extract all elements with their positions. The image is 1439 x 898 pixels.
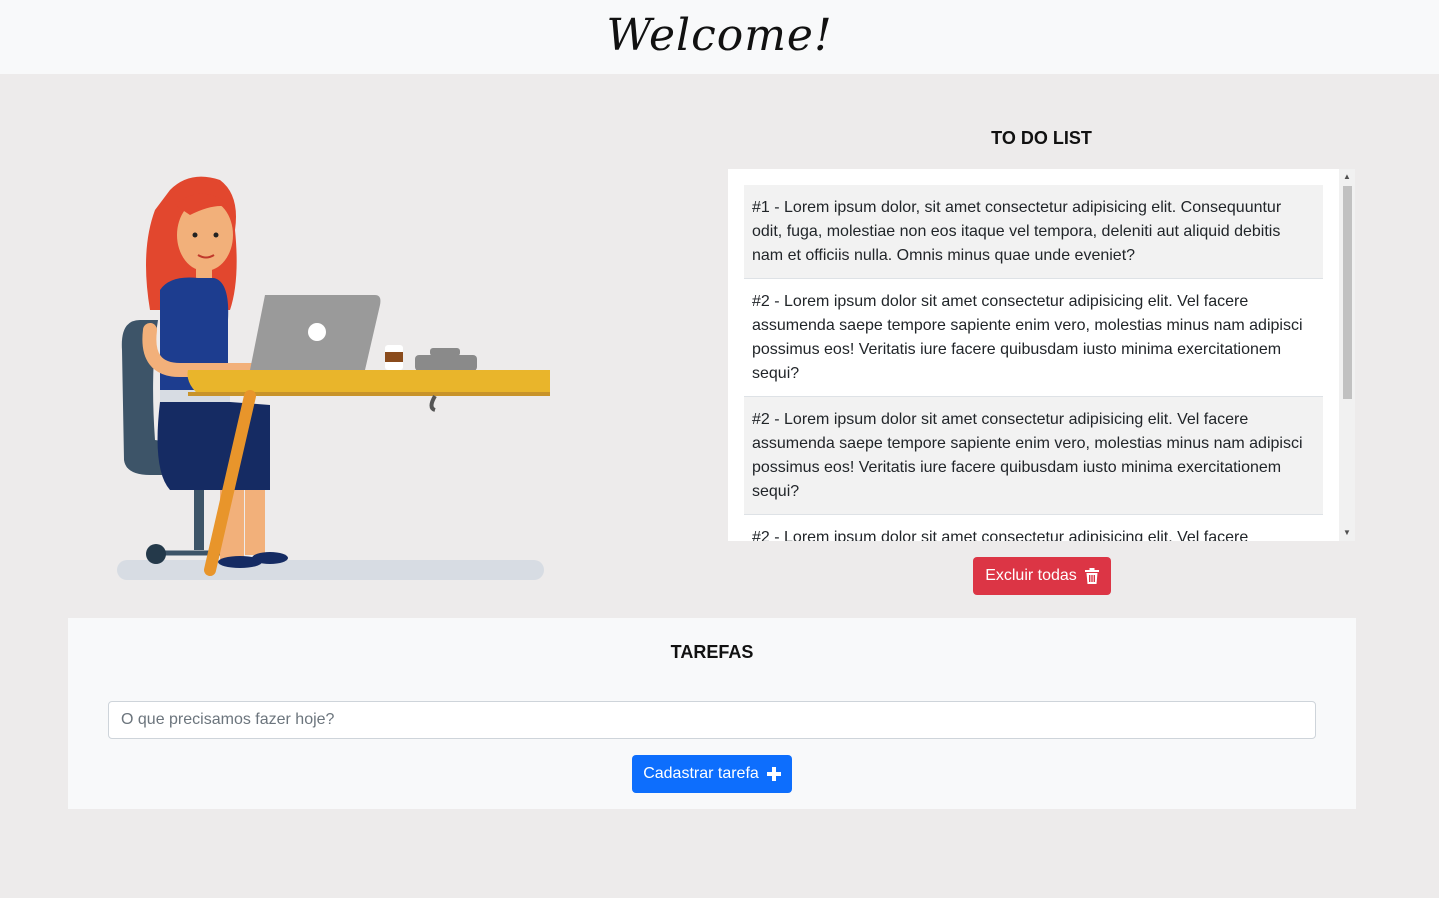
todo-item[interactable]: #1 - Lorem ipsum dolor, sit amet consect… <box>744 185 1323 279</box>
trash-icon <box>1084 568 1099 584</box>
woman-at-desk-illustration <box>117 176 550 580</box>
delete-all-button[interactable]: Excluir todas <box>973 557 1111 595</box>
todo-list-scrollbar[interactable]: ▲ ▼ <box>1339 169 1355 541</box>
welcome-logo: Welcome! <box>606 9 833 61</box>
todo-item[interactable]: #2 - Lorem ipsum dolor sit amet consecte… <box>744 397 1323 515</box>
task-input[interactable] <box>108 701 1316 739</box>
header-bar: Welcome! <box>0 0 1439 74</box>
scroll-down-arrow-icon[interactable]: ▼ <box>1339 525 1355 541</box>
todo-list-title: TO DO LIST <box>991 128 1092 148</box>
todo-list: #1 - Lorem ipsum dolor, sit amet consect… <box>744 185 1323 541</box>
scroll-thumb[interactable] <box>1343 186 1352 399</box>
todo-list-container: #1 - Lorem ipsum dolor, sit amet consect… <box>728 169 1355 541</box>
add-task-label: Cadastrar tarefa <box>643 765 759 782</box>
plus-icon <box>766 767 781 781</box>
scroll-up-arrow-icon[interactable]: ▲ <box>1339 169 1355 185</box>
add-task-button[interactable]: Cadastrar tarefa <box>632 755 792 793</box>
delete-all-label: Excluir todas <box>985 567 1077 584</box>
tasks-title: TAREFAS <box>670 642 754 662</box>
todo-item[interactable]: #2 - Lorem ipsum dolor sit amet consecte… <box>744 515 1323 541</box>
todo-item[interactable]: #2 - Lorem ipsum dolor sit amet consecte… <box>744 279 1323 397</box>
